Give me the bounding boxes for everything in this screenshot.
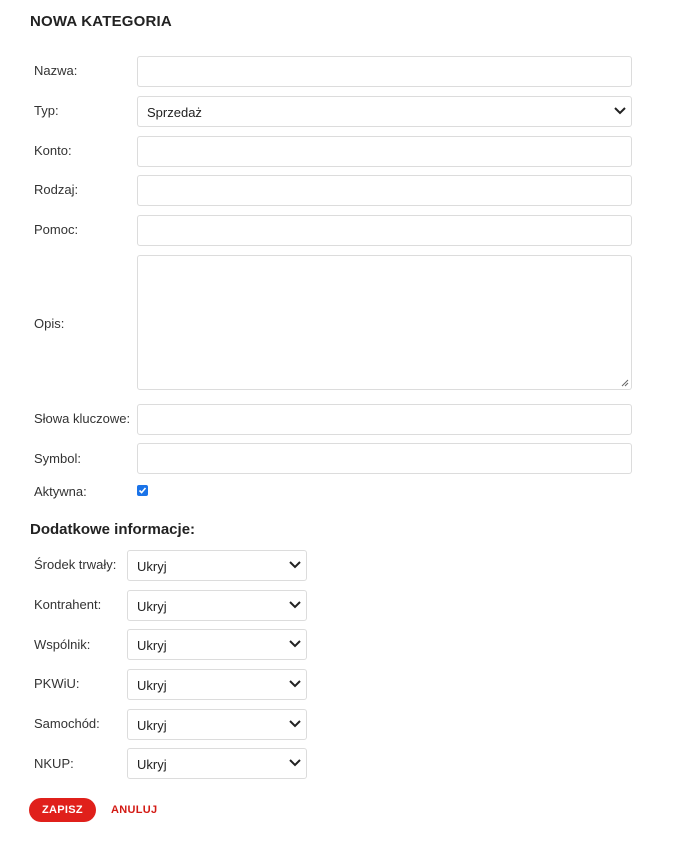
nazwa-input[interactable] bbox=[137, 56, 632, 87]
kontrahent-select[interactable]: Ukryj bbox=[127, 590, 307, 621]
nkup-value: Ukryj bbox=[137, 757, 167, 772]
slowa-kluczowe-input[interactable] bbox=[137, 404, 632, 435]
rodzaj-label: Rodzaj: bbox=[34, 182, 79, 197]
symbol-label: Symbol: bbox=[34, 451, 81, 466]
chevron-down-icon bbox=[289, 680, 301, 688]
chevron-down-icon bbox=[289, 759, 301, 767]
pkwiu-select[interactable]: Ukryj bbox=[127, 669, 307, 700]
chevron-down-icon bbox=[289, 561, 301, 569]
konto-input[interactable] bbox=[137, 136, 632, 167]
opis-label: Opis: bbox=[34, 316, 65, 331]
checkmark-icon bbox=[138, 487, 147, 494]
samochod-value: Ukryj bbox=[137, 718, 167, 733]
typ-select[interactable]: Sprzedaż bbox=[137, 96, 632, 127]
aktywna-label: Aktywna: bbox=[34, 484, 87, 499]
aktywna-checkbox[interactable] bbox=[137, 485, 148, 496]
typ-label: Typ: bbox=[34, 103, 59, 118]
page-title: NOWA KATEGORIA bbox=[30, 13, 172, 30]
extra-info-heading: Dodatkowe informacje: bbox=[30, 521, 196, 538]
kontrahent-value: Ukryj bbox=[137, 599, 167, 614]
wspolnik-value: Ukryj bbox=[137, 638, 167, 653]
slowa-kluczowe-label: Słowa kluczowe: bbox=[34, 411, 131, 426]
pomoc-input[interactable] bbox=[137, 215, 632, 246]
rodzaj-input[interactable] bbox=[137, 175, 632, 206]
nkup-select[interactable]: Ukryj bbox=[127, 748, 307, 779]
save-button[interactable]: ZAPISZ bbox=[29, 798, 96, 822]
srodek-trwaly-label: Środek trwały: bbox=[34, 557, 117, 572]
symbol-input[interactable] bbox=[137, 443, 632, 474]
samochod-select[interactable]: Ukryj bbox=[127, 709, 307, 740]
pkwiu-label: PKWiU: bbox=[34, 676, 80, 691]
samochod-label: Samochód: bbox=[34, 716, 100, 731]
chevron-down-icon bbox=[289, 601, 301, 609]
konto-label: Konto: bbox=[34, 143, 72, 158]
nkup-label: NKUP: bbox=[34, 756, 74, 771]
wspolnik-label: Wspólnik: bbox=[34, 637, 91, 652]
typ-select-value: Sprzedaż bbox=[147, 105, 202, 120]
pkwiu-value: Ukryj bbox=[137, 678, 167, 693]
resize-handle-icon[interactable] bbox=[621, 379, 629, 387]
srodek-trwaly-value: Ukryj bbox=[137, 559, 167, 574]
pomoc-label: Pomoc: bbox=[34, 222, 79, 237]
nazwa-label: Nazwa: bbox=[34, 63, 78, 78]
chevron-down-icon bbox=[289, 720, 301, 728]
opis-textarea[interactable] bbox=[137, 255, 632, 390]
srodek-trwaly-select[interactable]: Ukryj bbox=[127, 550, 307, 581]
kontrahent-label: Kontrahent: bbox=[34, 597, 102, 612]
wspolnik-select[interactable]: Ukryj bbox=[127, 629, 307, 660]
cancel-button[interactable]: ANULUJ bbox=[111, 798, 157, 822]
chevron-down-icon bbox=[289, 640, 301, 648]
chevron-down-icon bbox=[614, 107, 626, 115]
